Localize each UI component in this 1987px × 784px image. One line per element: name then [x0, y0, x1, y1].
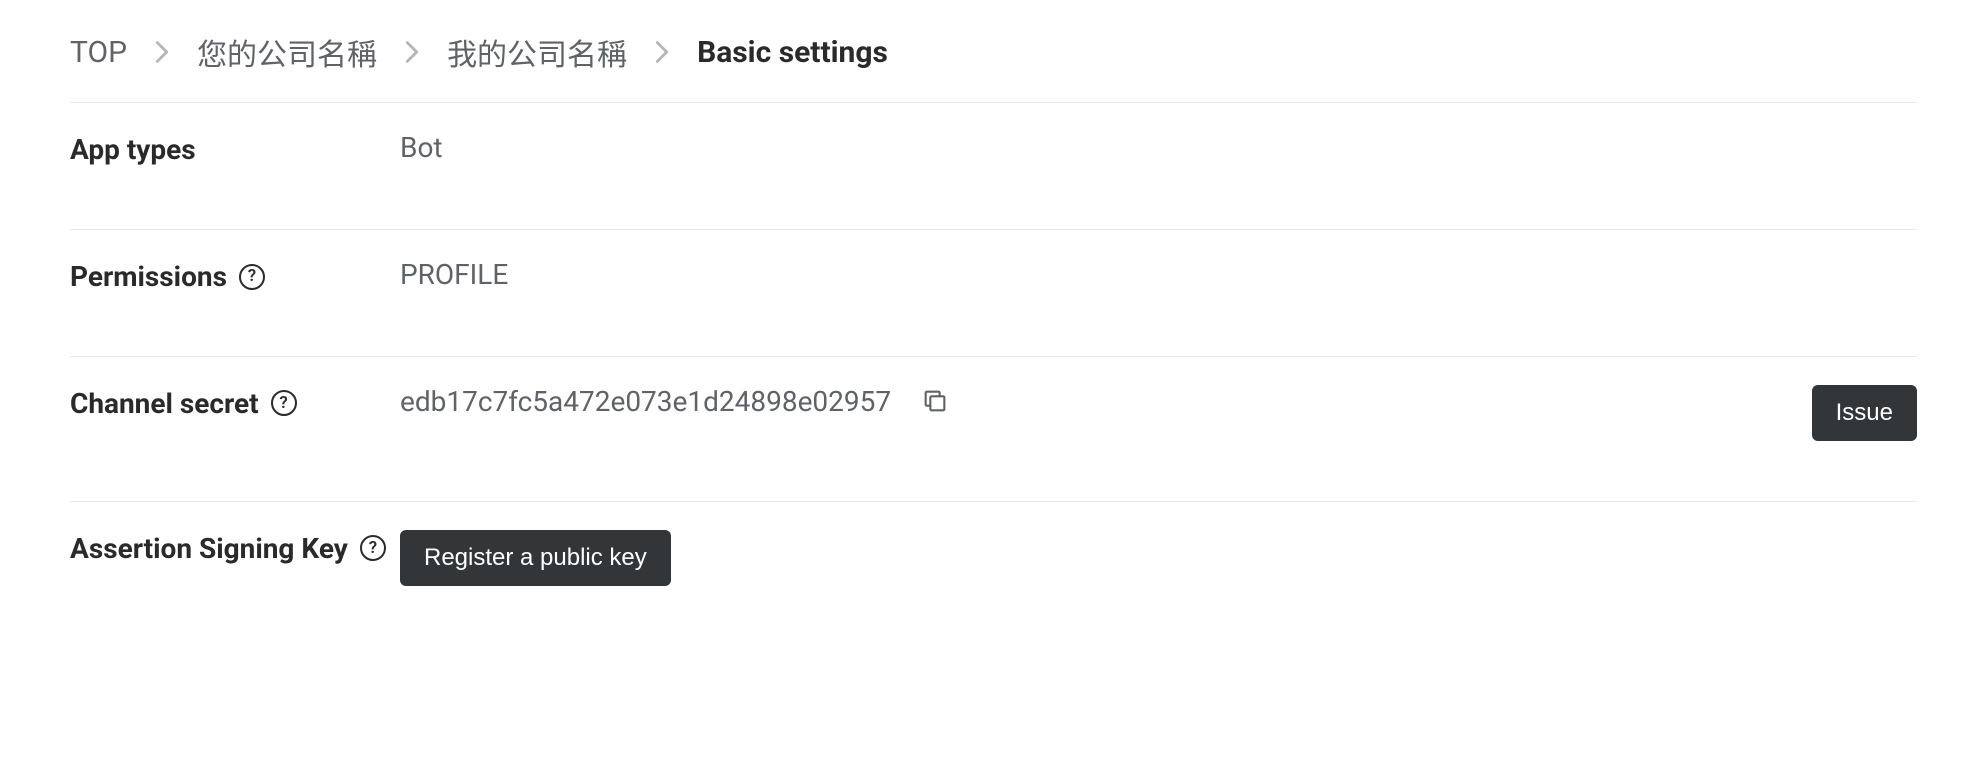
permissions-label: Permissions ? — [70, 258, 400, 296]
assertion-key-label-text: Assertion Signing Key — [70, 530, 348, 568]
breadcrumb-current: Basic settings — [697, 35, 888, 70]
row-app-types: App types Bot — [70, 103, 1917, 230]
help-icon[interactable]: ? — [360, 535, 386, 561]
chevron-right-icon — [155, 41, 169, 63]
row-channel-secret: Channel secret ? edb17c7fc5a472e073e1d24… — [70, 357, 1917, 502]
help-icon[interactable]: ? — [271, 390, 297, 416]
channel-secret-label-text: Channel secret — [70, 385, 259, 423]
breadcrumb-company[interactable]: 您的公司名稱 — [197, 30, 377, 74]
chevron-right-icon — [655, 41, 669, 63]
permissions-value: PROFILE — [400, 258, 1917, 291]
breadcrumb-top[interactable]: TOP — [70, 35, 127, 70]
assertion-key-label: Assertion Signing Key ? — [70, 530, 400, 568]
breadcrumb-my-company[interactable]: 我的公司名稱 — [447, 30, 627, 74]
chevron-right-icon — [405, 41, 419, 63]
channel-secret-label: Channel secret ? — [70, 385, 400, 423]
app-types-value: Bot — [400, 131, 1917, 164]
register-public-key-button[interactable]: Register a public key — [400, 530, 671, 586]
channel-secret-value: edb17c7fc5a472e073e1d24898e02957 — [400, 385, 891, 418]
breadcrumb: TOP 您的公司名稱 我的公司名稱 Basic settings — [70, 10, 1917, 103]
issue-button[interactable]: Issue — [1812, 385, 1917, 441]
permissions-label-text: Permissions — [70, 258, 227, 296]
row-assertion-key: Assertion Signing Key ? Register a publi… — [70, 502, 1917, 646]
help-icon[interactable]: ? — [239, 264, 265, 290]
copy-icon[interactable] — [921, 387, 949, 415]
app-types-label: App types — [70, 131, 400, 169]
row-permissions: Permissions ? PROFILE — [70, 230, 1917, 357]
